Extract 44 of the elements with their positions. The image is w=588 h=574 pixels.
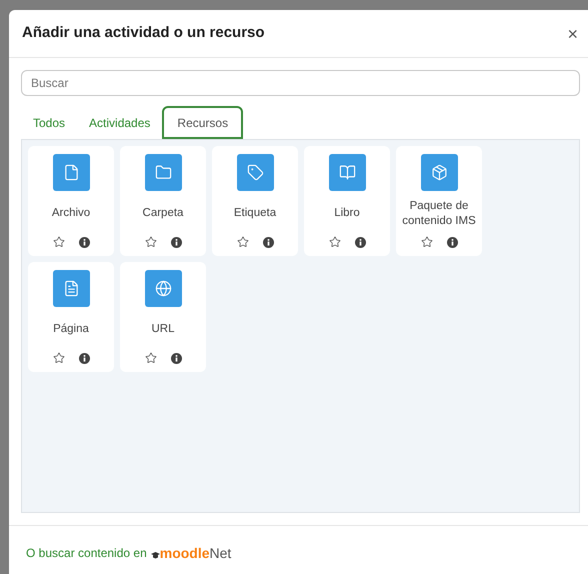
resource-card[interactable]: URL [120,262,206,372]
resource-label: Etiqueta [234,206,276,221]
resource-card[interactable]: Carpeta [120,146,206,256]
resource-label: Libro [334,206,360,221]
dialog-title: Añadir una actividad o un recurso [22,23,265,44]
resource-card[interactable]: Archivo [28,146,114,256]
info-icon[interactable] [262,236,274,248]
document-icon [52,270,90,307]
star-icon[interactable] [52,352,64,364]
tag-icon [236,154,274,191]
moodlenet-logo[interactable]: moodleNet [150,546,232,560]
info-icon[interactable] [170,352,182,364]
star-icon[interactable] [236,236,248,248]
close-button[interactable]: × [567,24,578,42]
info-icon[interactable] [78,352,90,364]
resource-label: Paquete de contenido IMS [401,198,477,228]
globe-icon [144,270,182,307]
info-icon[interactable] [78,236,90,248]
tab[interactable]: Recursos [162,106,244,139]
folder-icon [144,154,182,191]
resource-label: Carpeta [142,206,184,221]
star-icon[interactable] [144,236,156,248]
info-icon[interactable] [170,236,182,248]
star-icon[interactable] [144,352,156,364]
resource-card[interactable]: Etiqueta [212,146,298,256]
info-icon[interactable] [354,236,366,248]
resource-card[interactable]: Página [28,262,114,372]
file-icon [52,154,90,191]
star-icon[interactable] [420,236,432,248]
info-icon[interactable] [446,236,458,248]
footer-text: O buscar contenido en [26,545,147,562]
tab[interactable]: Todos [21,106,78,139]
resource-label: URL [151,322,174,337]
search-field[interactable]: Buscar [21,70,580,96]
resource-label: Archivo [52,206,90,221]
boxes-icon [420,154,458,191]
star-icon[interactable] [52,236,64,248]
star-icon[interactable] [328,236,340,248]
resource-label: Página [53,322,89,337]
book-icon [328,154,366,191]
tab[interactable]: Actividades [77,106,162,139]
graduation-cap-icon [150,552,160,560]
resource-card[interactable]: Libro [304,146,390,256]
resource-card[interactable]: Paquete de contenido IMS [396,146,482,256]
